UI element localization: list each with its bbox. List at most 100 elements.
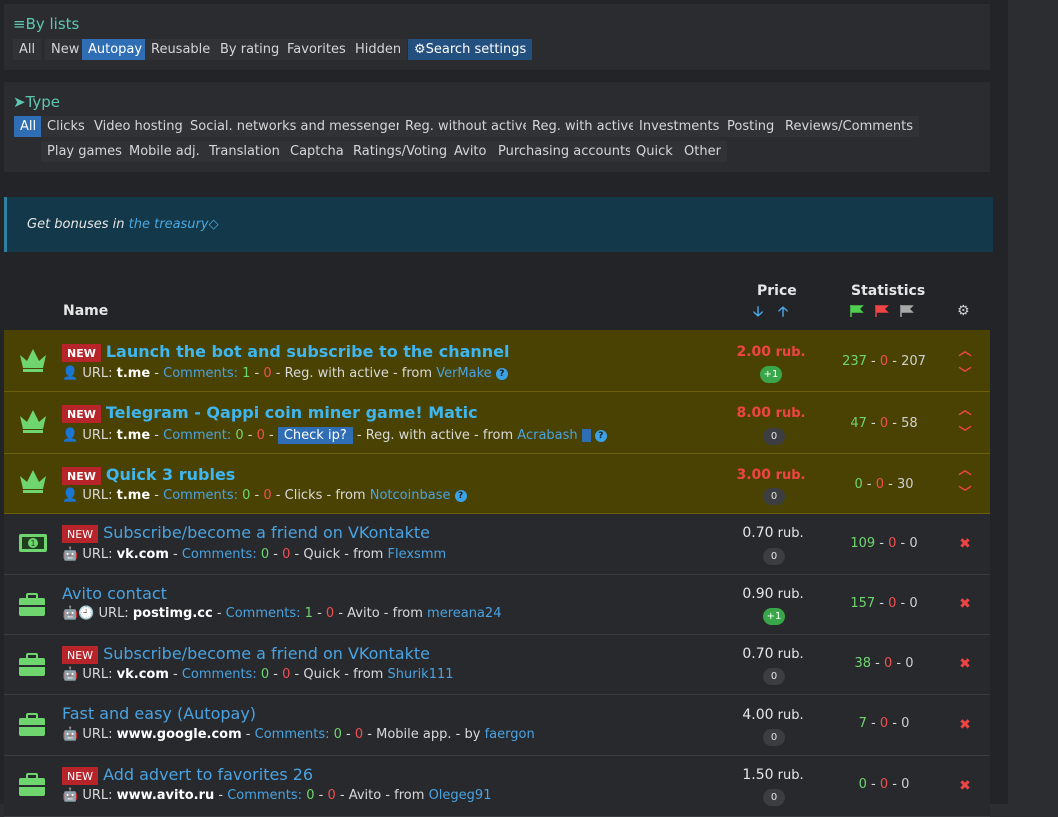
author-link[interactable]: Flexsmm xyxy=(388,547,447,562)
type-reg-without-active[interactable]: Reg. without active xyxy=(399,116,537,137)
chevron-up-icon[interactable]: ︿ xyxy=(957,340,973,359)
pill-badge: 0 xyxy=(763,428,785,445)
type-quick[interactable]: Quick xyxy=(630,141,679,162)
check-ip-button[interactable]: Check ip? xyxy=(277,427,353,444)
type-panel: ➤Type All Clicks Video hosting Social. n… xyxy=(4,82,990,172)
task-row[interactable]: Avito contact 🤖🕘 URL: postimg.cc - Comme… xyxy=(4,575,990,635)
type-social[interactable]: Social. networks and messengers xyxy=(184,116,414,137)
remove-icon[interactable]: ✖ xyxy=(957,536,973,552)
bonus-notice: Get bonuses in the treasury◇ xyxy=(4,197,993,252)
type-video-hosting[interactable]: Video hosting xyxy=(88,116,189,137)
author-link[interactable]: Acrabash xyxy=(517,428,577,443)
chevron-down-icon[interactable]: ﹀ xyxy=(957,482,973,501)
task-title-text[interactable]: Fast and easy (Autopay) xyxy=(62,704,256,723)
chevron-up-icon[interactable]: ︿ xyxy=(957,399,973,418)
comments-link[interactable]: Comments: xyxy=(163,488,238,503)
treasury-link[interactable]: the treasury xyxy=(129,217,209,232)
type-reg-with-active[interactable]: Reg. with active xyxy=(526,116,643,137)
type-purchasing[interactable]: Purchasing accounts xyxy=(492,141,638,162)
main-content: ≡By lists All New Autopay Reusable By ra… xyxy=(0,0,1008,817)
author-link[interactable]: mereana24 xyxy=(427,606,501,621)
tab-favorites[interactable]: Favorites xyxy=(281,39,352,60)
tab-by-rating[interactable]: By rating xyxy=(214,39,286,60)
remove-icon[interactable]: ✖ xyxy=(957,778,973,794)
help-icon[interactable]: ? xyxy=(594,429,607,442)
type-captcha[interactable]: Captcha xyxy=(284,141,350,162)
type-other[interactable]: Other xyxy=(678,141,727,162)
comments-link[interactable]: Comments: xyxy=(182,547,257,562)
task-title[interactable]: Avito contact xyxy=(62,584,167,603)
task-title[interactable]: NEW Telegram - Qappi coin miner game! Mat… xyxy=(62,403,478,423)
task-row[interactable]: NEW Telegram - Qappi coin miner game! Mat… xyxy=(4,392,990,454)
tab-all[interactable]: All xyxy=(13,39,42,60)
comments-link[interactable]: Comments: xyxy=(163,366,238,381)
comments-link[interactable]: Comments: xyxy=(182,667,257,682)
type-avito[interactable]: Avito xyxy=(448,141,493,162)
author-link[interactable]: Shurik111 xyxy=(388,667,454,682)
tab-reusable[interactable]: Reusable xyxy=(145,39,217,60)
sort-up-icon[interactable]: 🡡 xyxy=(778,301,788,325)
task-title-text[interactable]: Launch the bot and subscribe to the chan… xyxy=(106,342,510,361)
type-reviews[interactable]: Reviews/Comments xyxy=(779,116,920,137)
task-title-text[interactable]: Avito contact xyxy=(62,584,167,603)
task-title[interactable]: NEW Launch the bot and subscribe to the c… xyxy=(62,342,510,362)
type-play-games[interactable]: Play games xyxy=(41,141,128,162)
red-flag-icon xyxy=(875,305,889,317)
comments-link[interactable]: Comment: xyxy=(163,428,231,443)
comments-link[interactable]: Comments: xyxy=(227,788,302,803)
task-row[interactable]: NEW Quick 3 rubles 👤 URL: t.me - Comments… xyxy=(4,454,990,514)
task-title[interactable]: NEW Quick 3 rubles xyxy=(62,465,235,485)
type-translation[interactable]: Translation xyxy=(203,141,286,162)
briefcase-icon xyxy=(19,713,45,736)
type-clicks[interactable]: Clicks xyxy=(41,116,91,137)
task-title[interactable]: Fast and easy (Autopay) xyxy=(62,704,256,723)
type-title-text: Type xyxy=(25,93,61,111)
task-meta: 👤 URL: t.me - Comments: 1 - 0 - Reg. wit… xyxy=(62,366,508,381)
task-row[interactable]: NEW Launch the bot and subscribe to the c… xyxy=(4,330,990,392)
author-link[interactable]: faergon xyxy=(485,727,535,742)
type-all[interactable]: All xyxy=(14,116,43,137)
new-badge: NEW xyxy=(62,645,99,664)
settings-gears-icon[interactable]: ⚙ xyxy=(957,303,970,319)
task-stats: 0 - 0 - 30 xyxy=(854,477,914,492)
task-title[interactable]: NEW Subscribe/become a friend on VKontakt… xyxy=(62,523,430,543)
search-settings-button[interactable]: ⚙Search settings xyxy=(408,39,533,60)
task-title-text[interactable]: Quick 3 rubles xyxy=(106,465,235,484)
comments-link[interactable]: Comments: xyxy=(226,606,301,621)
type-mobile[interactable]: Mobile adj. xyxy=(123,141,206,162)
task-url: t.me xyxy=(116,488,151,503)
type-posting[interactable]: Posting xyxy=(721,116,781,137)
tab-new[interactable]: New xyxy=(45,39,86,60)
task-row[interactable]: NEW Subscribe/become a friend on VKontakt… xyxy=(4,635,990,695)
help-icon[interactable]: ? xyxy=(454,489,467,502)
chevron-up-icon[interactable]: ︿ xyxy=(957,459,973,478)
crown-icon xyxy=(20,349,46,372)
type-investments[interactable]: Investments xyxy=(633,116,726,137)
type-ratings[interactable]: Ratings/Voting xyxy=(347,141,454,162)
task-title[interactable]: NEW Add advert to favorites 26 xyxy=(62,765,313,785)
remove-icon[interactable]: ✖ xyxy=(957,596,973,612)
tab-autopay[interactable]: Autopay xyxy=(82,39,149,60)
remove-icon[interactable]: ✖ xyxy=(957,656,973,672)
task-title-text[interactable]: Subscribe/become a friend on VKontakte xyxy=(103,523,430,542)
task-title-text[interactable]: Telegram - Qappi coin miner game! Matic xyxy=(106,403,478,422)
task-title[interactable]: NEW Subscribe/become a friend on VKontakt… xyxy=(62,644,430,664)
sort-down-icon[interactable]: 🡣 xyxy=(753,301,763,325)
comments-link[interactable]: Comments: xyxy=(255,727,330,742)
col-price-header: Price xyxy=(757,283,797,299)
task-url: vk.com xyxy=(116,667,169,682)
task-row[interactable]: Fast and easy (Autopay) 🤖 URL: www.googl… xyxy=(4,695,990,756)
task-row[interactable]: 1 NEW Subscribe/become a friend on VKonta… xyxy=(4,514,990,575)
tab-hidden[interactable]: Hidden xyxy=(349,39,408,60)
help-icon[interactable]: ? xyxy=(495,367,508,380)
task-row[interactable]: NEW Add advert to favorites 26 🤖 URL: www… xyxy=(4,756,990,817)
author-link[interactable]: VerMake xyxy=(436,366,491,381)
chevron-down-icon[interactable]: ﹀ xyxy=(957,363,973,382)
task-title-text[interactable]: Subscribe/become a friend on VKontakte xyxy=(103,644,430,663)
lists-panel-title: ≡By lists xyxy=(13,15,79,33)
author-link[interactable]: Notcoinbase xyxy=(370,488,451,503)
chevron-down-icon[interactable]: ﹀ xyxy=(957,422,973,441)
remove-icon[interactable]: ✖ xyxy=(957,717,973,733)
task-title-text[interactable]: Add advert to favorites 26 xyxy=(103,765,313,784)
author-link[interactable]: Olegeg91 xyxy=(429,788,492,803)
